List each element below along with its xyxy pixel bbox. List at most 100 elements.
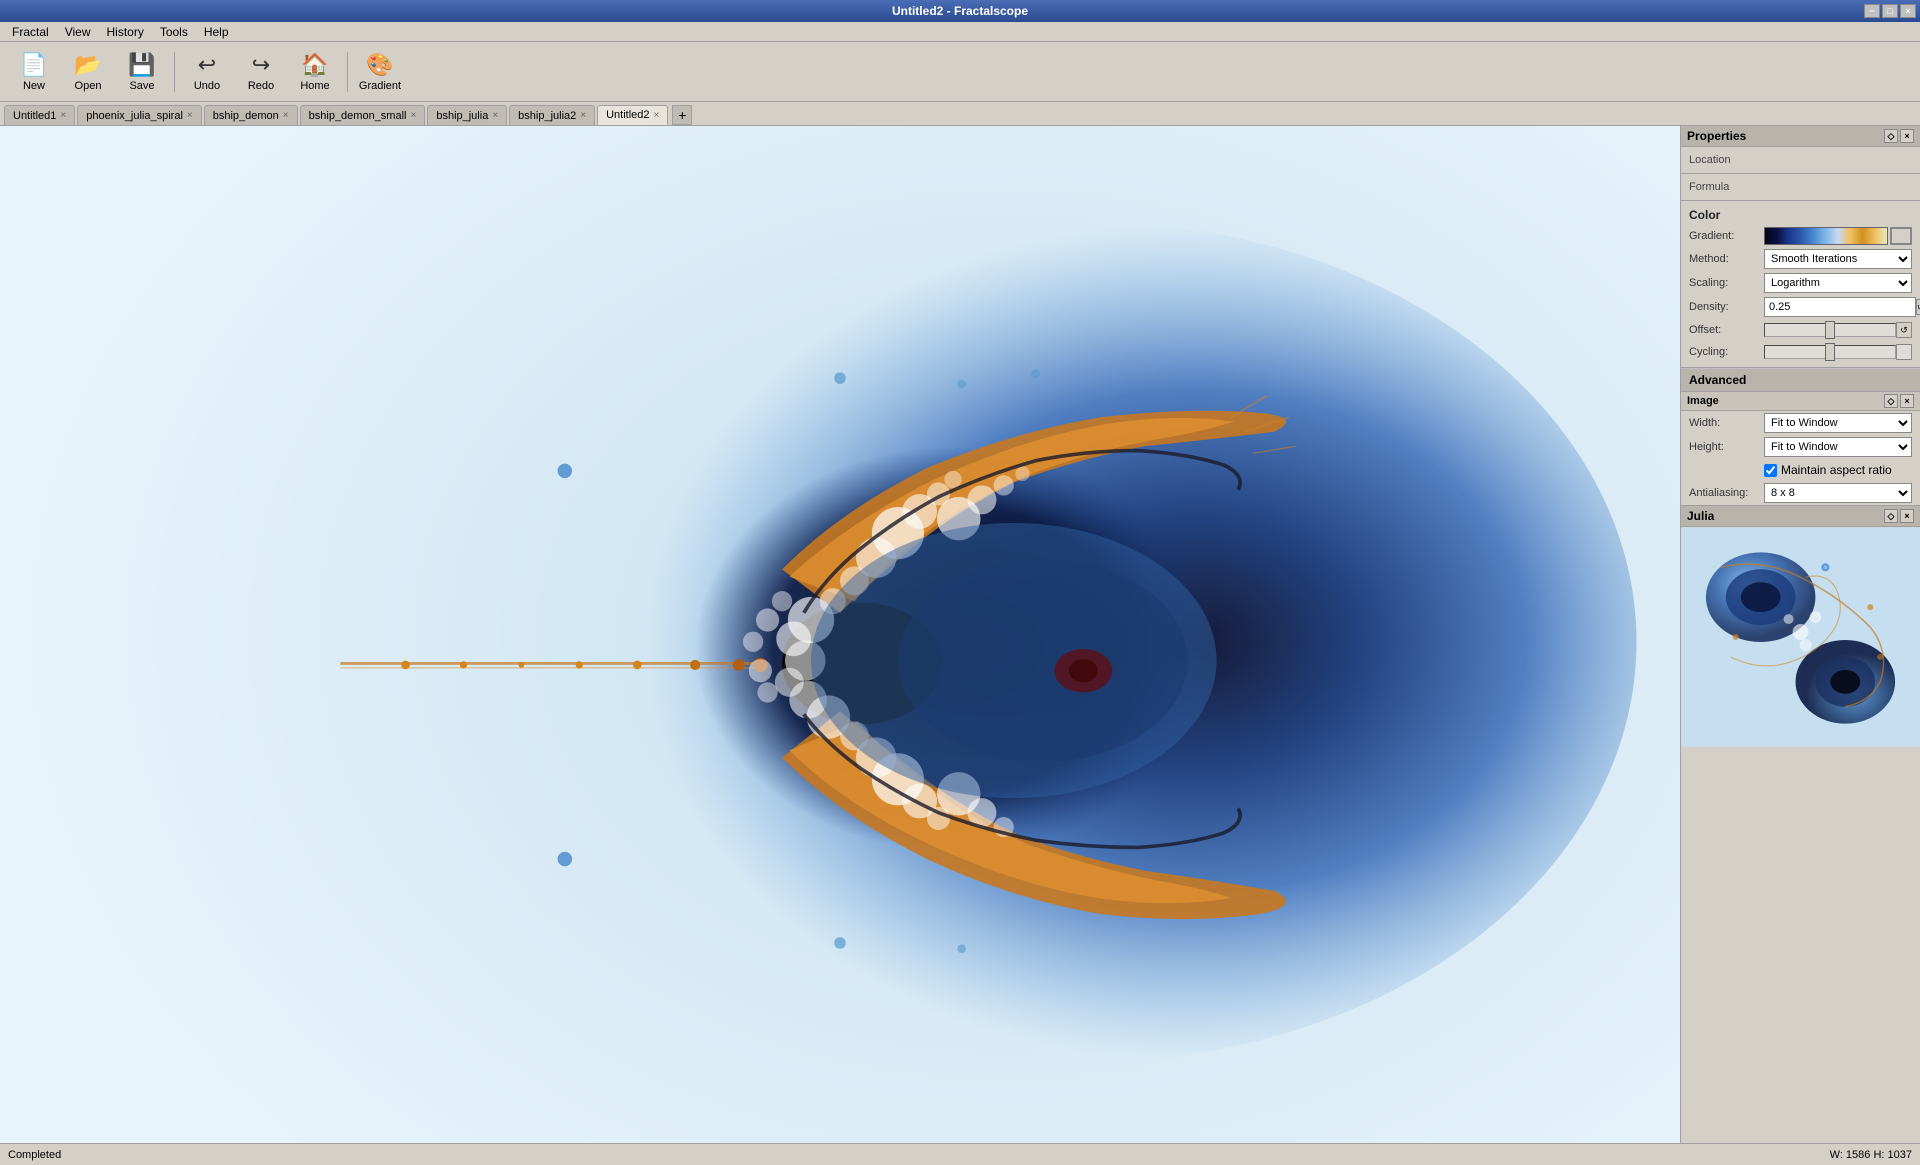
julia-expand-button[interactable]: ◇ [1884,509,1898,523]
gradient-icon: 🎨 [366,52,393,78]
offset-label: Offset: [1689,324,1764,336]
cycling-slider[interactable] [1764,345,1896,359]
tab-untitled2-close[interactable]: × [654,110,660,121]
cycling-reset-button[interactable] [1896,344,1912,360]
tab-bship-julia2-label: bship_julia2 [518,110,576,122]
scaling-label: Scaling: [1689,277,1764,289]
julia-controls: ◇ × [1884,509,1914,523]
menu-fractal[interactable]: Fractal [4,23,57,41]
image-expand-button[interactable]: ◇ [1884,394,1898,408]
redo-button[interactable]: ↪ Redo [235,46,287,98]
menu-view[interactable]: View [57,23,99,41]
toolbar: 📄 New 📂 Open 💾 Save ↩ Undo ↪ Redo 🏠 Home… [0,42,1920,102]
add-tab-button[interactable]: + [672,105,692,125]
gradient-button[interactable]: 🎨 Gradient [354,46,406,98]
color-section: Color Gradient: Method: Smooth Iteration… [1681,201,1920,368]
home-button[interactable]: 🏠 Home [289,46,341,98]
aspect-ratio-checkbox[interactable] [1764,464,1777,477]
save-icon: 💾 [128,52,155,78]
tab-phoenix-close[interactable]: × [187,110,193,121]
antialiasing-select[interactable]: 8 x 8 None 2 x 2 4 x 4 [1764,483,1912,503]
offset-slider[interactable] [1764,323,1896,337]
cycling-slider-container [1764,345,1896,359]
width-row: Width: Fit to Window 800 1024 1920 [1681,411,1920,435]
aspect-ratio-row: Maintain aspect ratio [1681,459,1920,481]
location-label[interactable]: Location [1681,151,1920,169]
cycling-label: Cycling: [1689,346,1764,358]
properties-header-controls: ◇ × [1884,129,1914,143]
density-input[interactable] [1764,297,1916,317]
status-text: Completed [8,1149,61,1161]
formula-label[interactable]: Formula [1681,178,1920,196]
tab-phoenix-julia-spiral[interactable]: phoenix_julia_spiral × [77,105,201,125]
main-content: Properties ◇ × Location Formula Color Gr… [0,126,1920,1143]
tab-bship-julia-label: bship_julia [436,110,488,122]
tab-bship-demon-small-label: bship_demon_small [309,110,407,122]
tab-untitled2[interactable]: Untitled2 × [597,105,668,125]
tab-untitled1-label: Untitled1 [13,110,56,122]
tab-bship-julia2[interactable]: bship_julia2 × [509,105,595,125]
aspect-ratio-label: Maintain aspect ratio [1781,463,1892,477]
toolbar-separator-1 [174,52,175,92]
image-close-button[interactable]: × [1900,394,1914,408]
gradient-bar[interactable] [1764,227,1888,245]
menu-history[interactable]: History [98,23,151,41]
tab-bship-demon-label: bship_demon [213,110,279,122]
menu-help[interactable]: Help [196,23,237,41]
titlebar-controls: − □ × [1864,4,1916,18]
tab-untitled1[interactable]: Untitled1 × [4,105,75,125]
maximize-button[interactable]: □ [1882,4,1898,18]
tab-bship-julia2-close[interactable]: × [580,110,586,121]
menubar: Fractal View History Tools Help [0,22,1920,42]
method-row: Method: Smooth Iterations Iteration Coun… [1681,247,1920,271]
formula-section: Formula [1681,174,1920,201]
new-label: New [23,80,45,92]
properties-expand-button[interactable]: ◇ [1884,129,1898,143]
tab-bship-demon-small-close[interactable]: × [410,110,416,121]
gradient-swatch[interactable] [1890,227,1912,245]
tab-untitled2-label: Untitled2 [606,109,649,121]
tab-bship-demon-small[interactable]: bship_demon_small × [300,105,426,125]
tab-untitled1-close[interactable]: × [60,110,66,121]
method-label: Method: [1689,253,1764,265]
location-section: Location [1681,147,1920,174]
image-controls: ◇ × [1884,394,1914,408]
width-select[interactable]: Fit to Window 800 1024 1920 [1764,413,1912,433]
minimize-button[interactable]: − [1864,4,1880,18]
properties-close-button[interactable]: × [1900,129,1914,143]
image-label: Image [1687,395,1719,407]
open-button[interactable]: 📂 Open [62,46,114,98]
tab-bship-demon[interactable]: bship_demon × [204,105,298,125]
tab-bship-julia[interactable]: bship_julia × [427,105,507,125]
undo-button[interactable]: ↩ Undo [181,46,233,98]
canvas-area[interactable] [0,126,1680,1143]
offset-reset-button[interactable]: ↺ [1896,322,1912,338]
save-label: Save [129,80,154,92]
menu-tools[interactable]: Tools [152,23,196,41]
titlebar: Untitled2 - Fractalscope − □ × [0,0,1920,22]
offset-row: Offset: ↺ [1681,319,1920,341]
advanced-section: Advanced Image ◇ × Width: Fit to Window … [1681,368,1920,505]
height-select[interactable]: Fit to Window 600 768 1080 [1764,437,1912,457]
color-label: Color [1681,205,1920,225]
density-reset-button[interactable]: ↺ [1916,299,1920,315]
new-icon: 📄 [20,52,47,78]
undo-label: Undo [194,80,220,92]
tab-bship-julia-close[interactable]: × [492,110,498,121]
scaling-select[interactable]: Logarithm Linear Square Root [1764,273,1912,293]
redo-label: Redo [248,80,274,92]
julia-panel: Julia ◇ × [1681,505,1920,747]
cycling-row: Cycling: [1681,341,1920,363]
julia-preview[interactable] [1681,527,1920,747]
statusbar: Completed W: 1586 H: 1037 [0,1143,1920,1165]
new-button[interactable]: 📄 New [8,46,60,98]
home-label: Home [300,80,329,92]
dimensions-text: W: 1586 H: 1037 [1830,1149,1912,1161]
tab-bship-demon-close[interactable]: × [283,110,289,121]
julia-close-button[interactable]: × [1900,509,1914,523]
save-button[interactable]: 💾 Save [116,46,168,98]
method-select[interactable]: Smooth Iterations Iteration Count Angle [1764,249,1912,269]
right-panel: Properties ◇ × Location Formula Color Gr… [1680,126,1920,1143]
properties-header: Properties ◇ × [1681,126,1920,147]
close-button[interactable]: × [1900,4,1916,18]
